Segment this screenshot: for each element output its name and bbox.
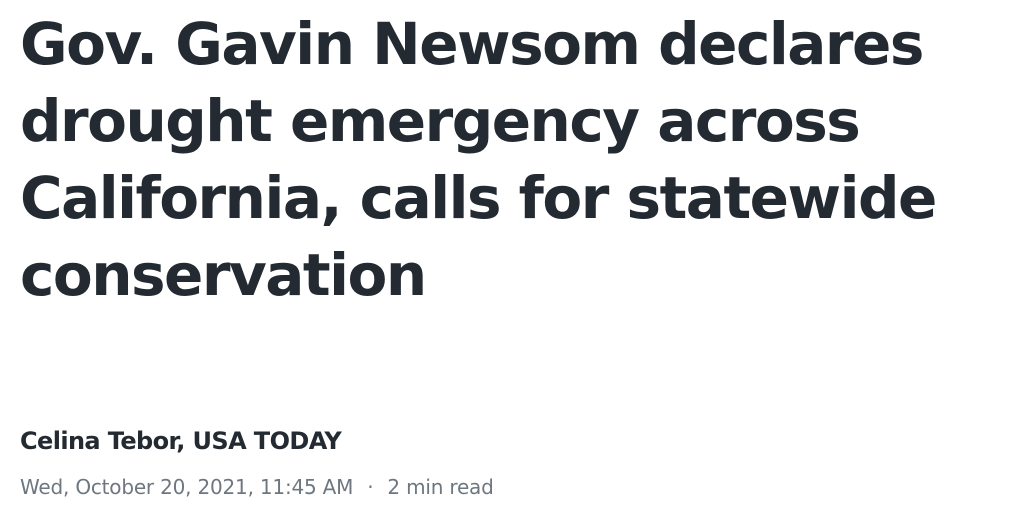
meta-separator: ·	[367, 475, 374, 499]
article-header: Gov. Gavin Newsom declares drought emerg…	[20, 0, 1010, 314]
article-meta: Wed, October 20, 2021, 11:45 AM · 2 min re…	[20, 472, 494, 502]
read-time: 2 min read	[387, 475, 494, 499]
timestamp: Wed, October 20, 2021, 11:45 AM	[20, 475, 354, 499]
headline: Gov. Gavin Newsom declares drought emerg…	[20, 10, 937, 309]
byline[interactable]: Celina Tebor, USA TODAY	[20, 425, 342, 457]
